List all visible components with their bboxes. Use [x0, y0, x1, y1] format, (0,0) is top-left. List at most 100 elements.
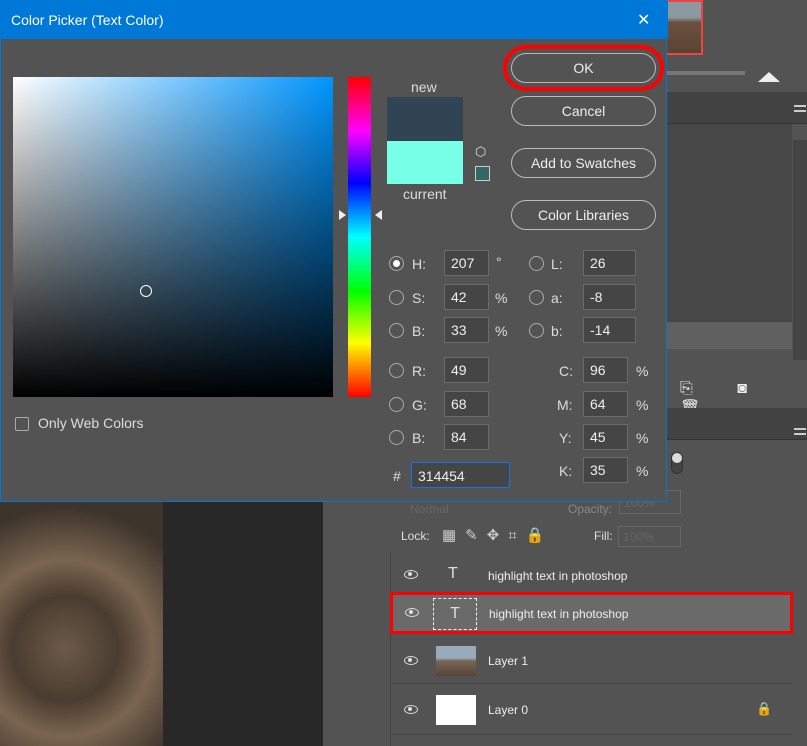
color-picker-dialog: Color Picker (Text Color) ✕ new current … [0, 0, 668, 502]
layers-panel-header [667, 408, 807, 440]
b-unit: % [495, 323, 508, 339]
text-layer-icon: T [448, 565, 458, 582]
radio-lab-b[interactable] [529, 323, 544, 338]
layer-name: Layer 0 [488, 703, 529, 717]
m-label: M: [557, 397, 573, 413]
history-list [667, 124, 792, 349]
blend-mode-select[interactable]: Normal [398, 502, 558, 516]
current-color-swatch[interactable] [387, 141, 463, 184]
radio-s[interactable] [389, 290, 404, 305]
add-to-swatches-button[interactable]: Add to Swatches [511, 148, 656, 178]
l-label: L: [551, 256, 563, 272]
layer-name: highlight text in photoshop [489, 607, 629, 621]
eye-icon[interactable] [405, 608, 419, 617]
eye-icon[interactable] [404, 705, 418, 714]
b-label: B: [412, 323, 426, 339]
h-input[interactable]: 207 [444, 250, 489, 276]
panel-menu-icon[interactable] [794, 428, 806, 435]
fill-field[interactable]: 100% [618, 526, 681, 547]
k-input[interactable]: 35 [583, 457, 628, 483]
radio-rgb-b[interactable] [389, 430, 404, 445]
lock-icons[interactable]: ▦✎✥⌗🔒 [442, 526, 553, 544]
hue-slider-left-arrow[interactable] [339, 210, 346, 220]
filter-toggle[interactable] [671, 452, 683, 474]
layer-name: Layer 1 [488, 654, 529, 668]
y-label: Y: [559, 430, 572, 446]
lab-b-input[interactable]: -14 [583, 317, 636, 343]
text-layer-icon: T [433, 598, 477, 630]
eye-icon[interactable] [404, 656, 418, 665]
lock-icon: 🔒 [756, 701, 773, 716]
history-panel-header [667, 92, 807, 124]
lock-label: Lock: [401, 529, 430, 543]
hex-input[interactable]: 314454 [411, 462, 510, 488]
layer-thumbnail [436, 695, 476, 725]
layer-row[interactable]: T highlight text in photoshop [392, 556, 792, 594]
s-unit: % [495, 290, 508, 306]
c-label: C: [559, 363, 573, 379]
radio-l[interactable] [529, 256, 544, 271]
layers-list-border [390, 552, 391, 746]
h-label: H: [412, 256, 426, 272]
h-unit: ° [496, 254, 502, 270]
web-safe-swatch[interactable] [475, 166, 490, 181]
panel-menu-icon[interactable] [794, 105, 806, 112]
layer-name: highlight text in photoshop [488, 569, 628, 583]
lab-b-label: b: [551, 323, 563, 339]
rgb-b-label: B: [412, 430, 426, 446]
out-of-gamut-cube-icon[interactable]: ⬡ [475, 144, 486, 160]
color-field[interactable] [13, 77, 333, 397]
hue-slider-right-arrow[interactable] [375, 210, 382, 220]
radio-b[interactable] [389, 323, 404, 338]
radio-h[interactable] [389, 256, 404, 271]
hue-slider[interactable] [348, 77, 371, 397]
canvas-background [163, 502, 323, 746]
opacity-label: Opacity: [568, 502, 613, 516]
close-icon[interactable]: ✕ [637, 10, 650, 30]
dialog-title: Color Picker (Text Color) [11, 12, 164, 28]
rgb-b-input[interactable]: 84 [444, 424, 489, 450]
s-input[interactable]: 42 [444, 284, 489, 310]
m-unit: % [636, 397, 649, 413]
new-label: new [411, 79, 437, 95]
layer-row[interactable]: Layer 0 🔒 [392, 685, 792, 735]
g-label: G: [412, 397, 427, 413]
color-field-cursor[interactable] [140, 285, 152, 297]
fill-label: Fill: [594, 529, 613, 543]
m-input[interactable]: 64 [583, 391, 628, 417]
smart-object-thumbnail [436, 646, 476, 676]
hex-label: # [393, 468, 401, 484]
s-label: S: [412, 290, 426, 306]
g-input[interactable]: 68 [444, 391, 489, 417]
y-input[interactable]: 45 [583, 424, 628, 450]
r-input[interactable]: 49 [444, 357, 489, 383]
zoom-slider[interactable] [667, 71, 745, 75]
cancel-button[interactable]: Cancel [511, 96, 656, 126]
only-web-colors-checkbox[interactable] [15, 417, 29, 431]
canvas-image [0, 502, 163, 746]
k-label: K: [559, 463, 573, 479]
l-input[interactable]: 26 [583, 250, 636, 276]
mountain-large-icon [758, 72, 780, 82]
dialog-titlebar: Color Picker (Text Color) [1, 1, 668, 39]
a-input[interactable]: -8 [583, 284, 636, 310]
c-unit: % [636, 363, 649, 379]
current-label: current [403, 186, 447, 202]
layer-row-selected[interactable]: T highlight text in photoshop [390, 592, 793, 634]
r-label: R: [412, 363, 426, 379]
ok-button[interactable]: OK [503, 45, 664, 91]
navigator-thumbnail [665, 0, 703, 55]
radio-r[interactable] [389, 363, 404, 378]
history-scrollbar[interactable] [793, 140, 807, 360]
only-web-colors-label: Only Web Colors [38, 415, 144, 431]
radio-g[interactable] [389, 397, 404, 412]
radio-a[interactable] [529, 290, 544, 305]
b-input[interactable]: 33 [444, 317, 489, 343]
a-label: a: [551, 290, 563, 306]
history-selected-item[interactable] [667, 322, 792, 349]
layer-row[interactable]: Layer 1 [392, 638, 792, 684]
color-libraries-button[interactable]: Color Libraries [511, 200, 656, 230]
eye-icon[interactable] [404, 570, 418, 579]
new-color-swatch [387, 97, 463, 141]
c-input[interactable]: 96 [583, 357, 628, 383]
